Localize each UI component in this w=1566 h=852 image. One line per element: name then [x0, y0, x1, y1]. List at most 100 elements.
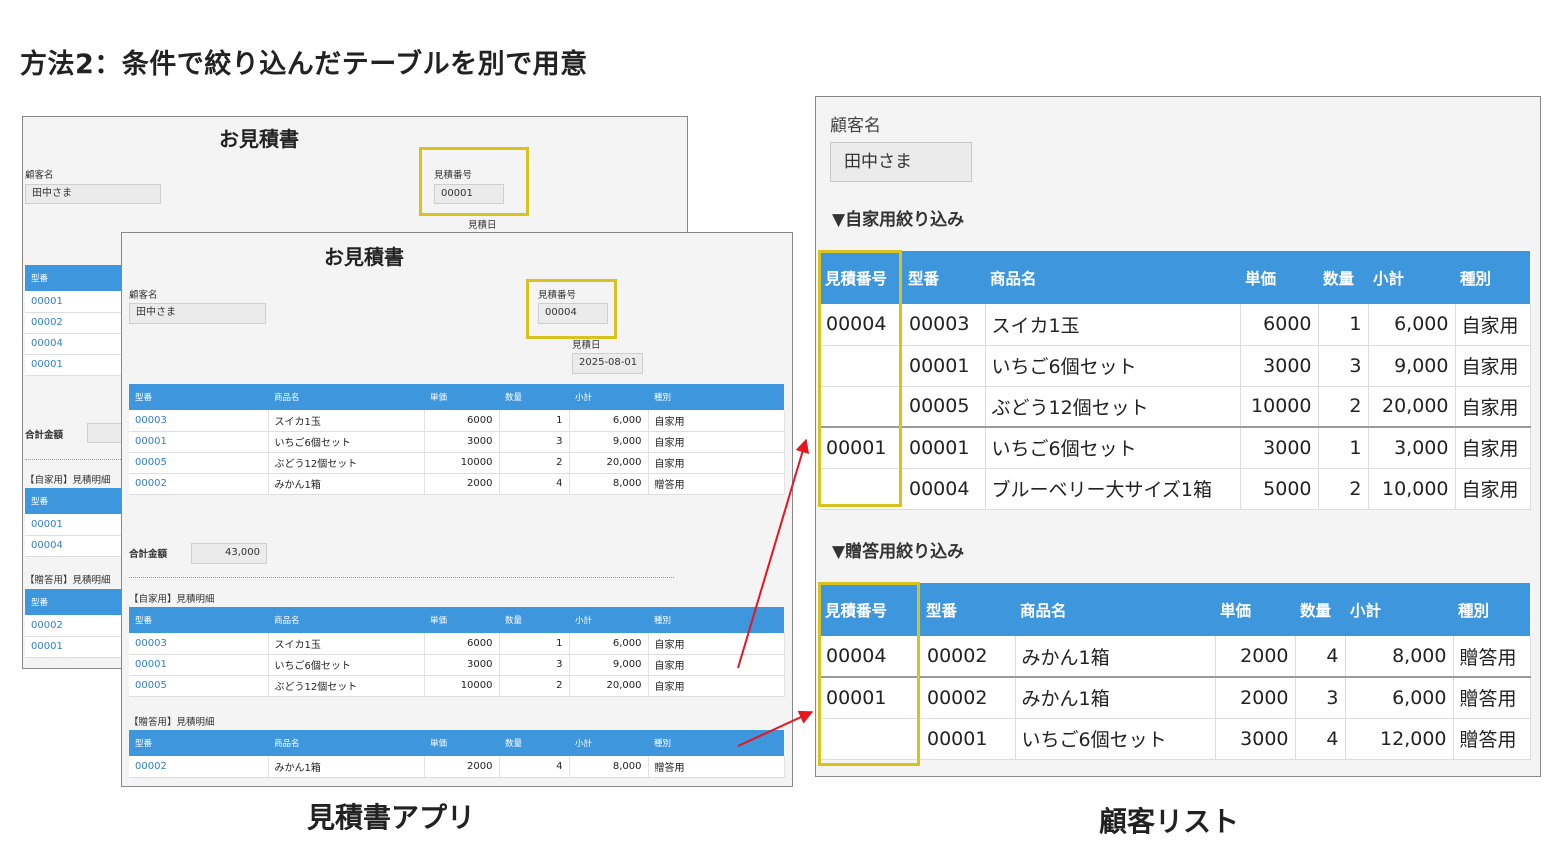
customer-label: 顧客名: [129, 290, 158, 301]
table-cell[interactable]: 00002: [129, 473, 269, 495]
column-header: 小計: [1368, 251, 1455, 304]
table-cell: 1: [499, 410, 570, 432]
table-cell[interactable]: 00003: [129, 633, 269, 655]
table-cell: 2: [1318, 386, 1369, 428]
table-cell: 10000: [424, 452, 500, 474]
column-header: 小計: [569, 730, 648, 756]
table-row: 00004: [25, 535, 123, 557]
column-header: 型番: [903, 251, 985, 304]
table-cell: 3: [1295, 676, 1346, 719]
table-cell: ぶどう12個セット: [268, 675, 425, 697]
gift-label: 【贈答用】見積明細: [25, 575, 111, 586]
estimate-form-front: お見積書 顧客名 田中さま 見積番号 00004 見積日 2025-08-01 …: [121, 232, 793, 787]
table-cell[interactable]: 00002: [129, 756, 269, 778]
table-cell[interactable]: 00001: [25, 514, 123, 536]
column-header: 商品名: [268, 384, 424, 410]
table-cell: 6,000: [569, 410, 649, 432]
table-cell[interactable]: 00004: [25, 535, 123, 557]
table-cell: 自家用: [648, 654, 785, 676]
divider: [25, 459, 125, 460]
estimate-date-label: 見積日: [572, 340, 601, 351]
table-cell: 00002: [921, 676, 1016, 719]
column-header: 型番: [25, 589, 123, 615]
table-cell: みかん1箱: [268, 473, 425, 495]
column-header: 型番: [25, 488, 123, 514]
table-cell: ぶどう12個セット: [268, 452, 425, 474]
table-cell: 00002: [921, 636, 1016, 678]
front-items-table: 型番 商品名 単価 数量 小計 種別 00003 スイカ1玉 6000 1 6,000 自家用 000…: [129, 384, 785, 495]
back-items-table: 型番 00001 00002 00004 00001: [25, 265, 123, 376]
table-cell: 自家用: [1455, 386, 1531, 428]
table-cell[interactable]: 00001: [25, 291, 123, 313]
table-cell[interactable]: 00001: [25, 636, 123, 658]
back-self-table: 型番 00001 00004: [25, 488, 123, 557]
table-cell[interactable]: 00005: [129, 675, 269, 697]
table-cell: 自家用: [1455, 304, 1531, 346]
gift-filter-heading: ▼贈答用絞り込み: [832, 542, 965, 562]
table-row: 00004: [25, 333, 123, 355]
table-header-row: 見積番号 型番 商品名 単価 数量 小計 種別: [820, 251, 1530, 304]
table-cell: 12,000: [1345, 718, 1454, 760]
table-row: 00002 みかん1箱 2000 4 8,000 贈答用: [129, 756, 785, 778]
table-cell[interactable]: 00001: [129, 654, 269, 676]
front-gift-table: 型番 商品名 単価 数量 小計 種別 00002 みかん1箱 2000 4 8,000 贈答用: [129, 730, 785, 778]
table-cell: いちご6個セット: [268, 654, 425, 676]
table-cell[interactable]: 00001: [129, 431, 269, 453]
table-cell[interactable]: 00004: [25, 333, 123, 355]
column-header: 商品名: [1015, 583, 1215, 636]
table-cell: みかん1箱: [1015, 636, 1216, 678]
table-header-row: 型番 商品名 単価 数量 小計 種別: [129, 607, 784, 633]
front-self-table: 型番 商品名 単価 数量 小計 種別 00003 スイカ1玉 6000 1 6,000 自家用 000…: [129, 607, 785, 697]
table-cell[interactable]: 00002: [25, 615, 123, 637]
table-cell: 自家用: [648, 452, 785, 474]
customer-field[interactable]: 田中さま: [129, 303, 266, 324]
column-header: 種別: [1455, 251, 1530, 304]
column-header: 小計: [1345, 583, 1453, 636]
table-cell: 1: [1318, 304, 1369, 346]
table-cell: 自家用: [648, 410, 785, 432]
column-header: 種別: [648, 730, 784, 756]
table-cell: 9,000: [569, 654, 649, 676]
back-estimate-number-highlight: [419, 147, 529, 216]
table-row: 00003 スイカ1玉 6000 1 6,000 自家用: [129, 410, 785, 432]
table-cell: 00001: [903, 426, 986, 469]
table-row: 00002 みかん1箱 2000 4 8,000 贈答用: [129, 473, 785, 495]
table-cell: 20,000: [1368, 386, 1456, 428]
column-header: 数量: [1295, 583, 1345, 636]
estimate-date-field[interactable]: 2025-08-01: [572, 353, 643, 374]
column-header: 商品名: [985, 251, 1240, 304]
table-row: 00001: [25, 636, 123, 658]
table-cell: 9,000: [569, 431, 649, 453]
table-cell: 5000: [1240, 468, 1319, 510]
table-row: 00001 00002 みかん1箱 2000 3 6,000 贈答用: [820, 676, 1531, 719]
column-header: 数量: [499, 384, 569, 410]
table-cell[interactable]: 00005: [129, 452, 269, 474]
table-row: 00004 00002 みかん1箱 2000 4 8,000 贈答用: [820, 636, 1531, 678]
table-cell: 00001: [921, 718, 1016, 760]
customer-field[interactable]: 田中さま: [25, 184, 161, 204]
customer-field[interactable]: 田中さま: [830, 142, 972, 182]
table-cell: 3000: [424, 431, 500, 453]
form-title: お見積書: [219, 127, 299, 151]
table-cell: 2: [499, 452, 570, 474]
table-cell: 1: [499, 633, 570, 655]
back-gift-table: 型番 00002 00001: [25, 589, 123, 658]
table-cell: 8,000: [569, 473, 649, 495]
table-cell: 4: [1295, 636, 1346, 678]
table-cell[interactable]: 00003: [129, 410, 269, 432]
diagram-stage: 方法2：条件で絞り込んだテーブルを別で用意 お見積書 顧客名 田中さま 見積番号…: [0, 0, 1566, 852]
page-title: 方法2：条件で絞り込んだテーブルを別で用意: [20, 49, 588, 80]
table-cell[interactable]: 00001: [25, 354, 123, 376]
table-row: 00005 ぶどう12個セット 10000 2 20,000 自家用: [129, 452, 785, 474]
gift-label: 【贈答用】見積明細: [129, 717, 215, 728]
table-cell: 3: [1318, 345, 1369, 387]
table-cell: 4: [1295, 718, 1346, 760]
table-row: 00002: [25, 615, 123, 637]
column-header: 種別: [648, 607, 784, 633]
total-field[interactable]: 43,000: [191, 543, 267, 564]
column-header: 単価: [424, 730, 499, 756]
total-label: 合計金額: [25, 430, 64, 441]
table-cell: 6000: [1240, 304, 1319, 346]
table-cell: 4: [499, 473, 570, 495]
table-cell[interactable]: 00002: [25, 312, 123, 334]
